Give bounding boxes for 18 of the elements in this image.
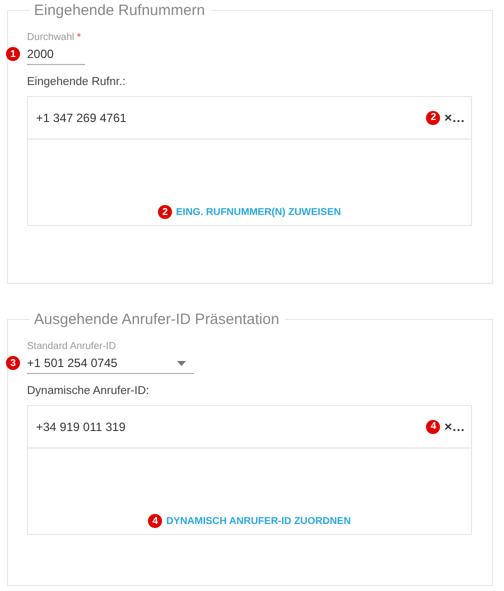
number-badge: 4 (148, 514, 162, 528)
list-label: Eingehende Rufnr.: (27, 76, 126, 88)
section-title: Eingehende Rufnummern (30, 2, 211, 19)
field-label: Durchwahl (27, 32, 74, 43)
section-title: Ausgehende Anrufer-ID Präsentation (30, 311, 286, 328)
number-badge: 2 (158, 205, 172, 219)
remove-button[interactable]: ×… (444, 419, 465, 434)
number-badge: 1 (6, 47, 20, 61)
list-label: Dynamische Anrufer-ID: (27, 385, 150, 397)
phone-number: +1 347 269 4761 (36, 110, 128, 124)
number-badge: 2 (426, 110, 440, 124)
number-badge: 4 (426, 420, 440, 434)
remove-button[interactable]: ×… (444, 110, 465, 125)
phone-number: +34 919 011 319 (36, 420, 127, 434)
required-mark: * (77, 32, 81, 43)
field-label: Standard Anrufer-ID (27, 341, 116, 352)
number-badge: 3 (6, 356, 20, 370)
caret-icon (177, 360, 186, 366)
